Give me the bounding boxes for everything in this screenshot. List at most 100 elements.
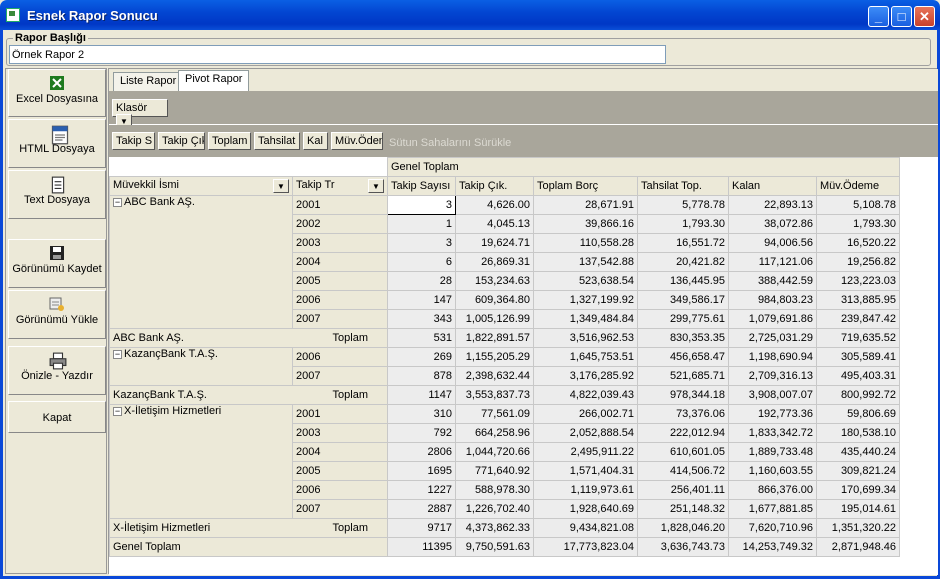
value-cell[interactable]: 136,445.95 [637, 271, 729, 291]
value-cell[interactable]: 1,928,640.69 [533, 499, 638, 519]
value-cell[interactable]: 94,006.56 [728, 233, 817, 253]
total-cell[interactable]: 830,353.35 [637, 328, 729, 348]
grand-total-cell[interactable]: 9,750,591.63 [455, 537, 534, 557]
minimize-button[interactable]: _ [868, 6, 889, 27]
value-cell[interactable]: 609,364.80 [455, 290, 534, 310]
value-cell[interactable]: 343 [387, 309, 456, 329]
value-cell[interactable]: 1,079,691.86 [728, 309, 817, 329]
önizle-yazdır-button[interactable]: Önizle - Yazdır [8, 346, 106, 395]
row-field-musteri[interactable]: Müvekkil İsmi ▼ [109, 176, 293, 196]
görünümü-kaydet-button[interactable]: Görünümü Kaydet [8, 239, 106, 288]
value-cell[interactable]: 435,440.24 [816, 442, 900, 462]
data-field-button[interactable]: Müv.Ödem [331, 132, 383, 150]
close-button[interactable]: ✕ [914, 6, 935, 27]
value-cell[interactable]: 878 [387, 366, 456, 386]
value-cell[interactable]: 239,847.42 [816, 309, 900, 329]
value-cell[interactable]: 610,601.05 [637, 442, 729, 462]
value-cell[interactable]: 588,978.30 [455, 480, 534, 500]
value-cell[interactable]: 2887 [387, 499, 456, 519]
value-cell[interactable]: 192,773.36 [728, 404, 817, 424]
value-cell[interactable]: 2,398,632.44 [455, 366, 534, 386]
value-cell[interactable]: 1,571,404.31 [533, 461, 638, 481]
total-cell[interactable]: 978,344.18 [637, 385, 729, 405]
html-dosyaya-button[interactable]: HTML Dosyaya [8, 119, 106, 168]
kapat-button[interactable]: Kapat [8, 401, 106, 433]
total-cell[interactable]: 1,351,320.22 [816, 518, 900, 538]
value-cell[interactable]: 6 [387, 252, 456, 272]
value-cell[interactable]: 1,160,603.55 [728, 461, 817, 481]
grand-total-cell[interactable]: 2,871,948.46 [816, 537, 900, 557]
value-cell[interactable]: 1,198,690.94 [728, 347, 817, 367]
total-cell[interactable]: 7,620,710.96 [728, 518, 817, 538]
collapse-icon[interactable]: − [113, 349, 122, 359]
value-cell[interactable]: 4,045.13 [455, 214, 534, 234]
value-cell[interactable]: 5,778.78 [637, 195, 729, 215]
value-cell[interactable]: 3 [387, 233, 456, 253]
total-cell[interactable]: 1147 [387, 385, 456, 405]
value-cell[interactable]: 1,793.30 [816, 214, 900, 234]
value-cell[interactable]: 456,658.47 [637, 347, 729, 367]
value-cell[interactable]: 2,495,911.22 [533, 442, 638, 462]
chevron-down-icon[interactable]: ▼ [368, 179, 384, 193]
value-cell[interactable]: 195,014.61 [816, 499, 900, 519]
tab-liste-rapor[interactable]: Liste Rapor [113, 72, 184, 91]
value-cell[interactable]: 73,376.06 [637, 404, 729, 424]
value-cell[interactable]: 1,155,205.29 [455, 347, 534, 367]
total-cell[interactable]: 9,434,821.08 [533, 518, 638, 538]
data-field-button[interactable]: Tahsilat [254, 132, 300, 150]
value-cell[interactable]: 771,640.92 [455, 461, 534, 481]
total-cell[interactable]: 800,992.72 [816, 385, 900, 405]
value-cell[interactable]: 28,671.91 [533, 195, 638, 215]
data-field-button[interactable]: Kal [303, 132, 328, 150]
value-cell[interactable]: 1 [387, 214, 456, 234]
value-cell[interactable]: 256,401.11 [637, 480, 729, 500]
value-cell[interactable]: 1,677,881.85 [728, 499, 817, 519]
value-cell[interactable]: 984,803.23 [728, 290, 817, 310]
value-cell[interactable]: 20,421.82 [637, 252, 729, 272]
value-cell[interactable]: 38,072.86 [728, 214, 817, 234]
maximize-button[interactable]: □ [891, 6, 912, 27]
value-cell[interactable]: 310 [387, 404, 456, 424]
value-cell[interactable]: 1695 [387, 461, 456, 481]
value-cell[interactable]: 4,626.00 [455, 195, 534, 215]
value-cell[interactable]: 117,121.06 [728, 252, 817, 272]
column-header[interactable]: Takip Sayısı [387, 176, 456, 196]
total-cell[interactable]: 4,822,039.43 [533, 385, 638, 405]
value-cell[interactable]: 147 [387, 290, 456, 310]
value-cell[interactable]: 222,012.94 [637, 423, 729, 443]
value-cell[interactable]: 1,349,484.84 [533, 309, 638, 329]
görünümü-yükle-button[interactable]: Görünümü Yükle [8, 290, 106, 339]
value-cell[interactable]: 266,002.71 [533, 404, 638, 424]
collapse-icon[interactable]: − [113, 406, 122, 416]
value-cell[interactable]: 170,699.34 [816, 480, 900, 500]
value-cell[interactable]: 495,403.31 [816, 366, 900, 386]
value-cell[interactable]: 269 [387, 347, 456, 367]
column-header[interactable]: Takip Çık. [455, 176, 534, 196]
value-cell[interactable]: 414,506.72 [637, 461, 729, 481]
value-cell[interactable]: 153,234.63 [455, 271, 534, 291]
total-cell[interactable]: 4,373,862.33 [455, 518, 534, 538]
value-cell[interactable]: 137,542.88 [533, 252, 638, 272]
value-cell[interactable]: 59,806.69 [816, 404, 900, 424]
report-title-input[interactable] [9, 45, 666, 64]
value-cell[interactable]: 309,821.24 [816, 461, 900, 481]
total-cell[interactable]: 531 [387, 328, 456, 348]
value-cell[interactable]: 521,685.71 [637, 366, 729, 386]
grand-total-cell[interactable]: 3,636,743.73 [637, 537, 729, 557]
value-cell[interactable]: 1,833,342.72 [728, 423, 817, 443]
value-cell[interactable]: 19,256.82 [816, 252, 900, 272]
total-cell[interactable]: 1,822,891.57 [455, 328, 534, 348]
data-field-button[interactable]: Takip S [112, 132, 155, 150]
value-cell[interactable]: 1,005,126.99 [455, 309, 534, 329]
value-cell[interactable]: 39,866.16 [533, 214, 638, 234]
grand-total-cell[interactable]: 14,253,749.32 [728, 537, 817, 557]
filter-field-klasor[interactable]: Klasör ▼ [112, 99, 168, 128]
value-cell[interactable]: 523,638.54 [533, 271, 638, 291]
value-cell[interactable]: 664,258.96 [455, 423, 534, 443]
value-cell[interactable]: 2,709,316.13 [728, 366, 817, 386]
value-cell[interactable]: 1227 [387, 480, 456, 500]
total-cell[interactable]: 3,908,007.07 [728, 385, 817, 405]
value-cell[interactable]: 866,376.00 [728, 480, 817, 500]
column-header[interactable]: Toplam Borç [533, 176, 638, 196]
value-cell[interactable]: 313,885.95 [816, 290, 900, 310]
